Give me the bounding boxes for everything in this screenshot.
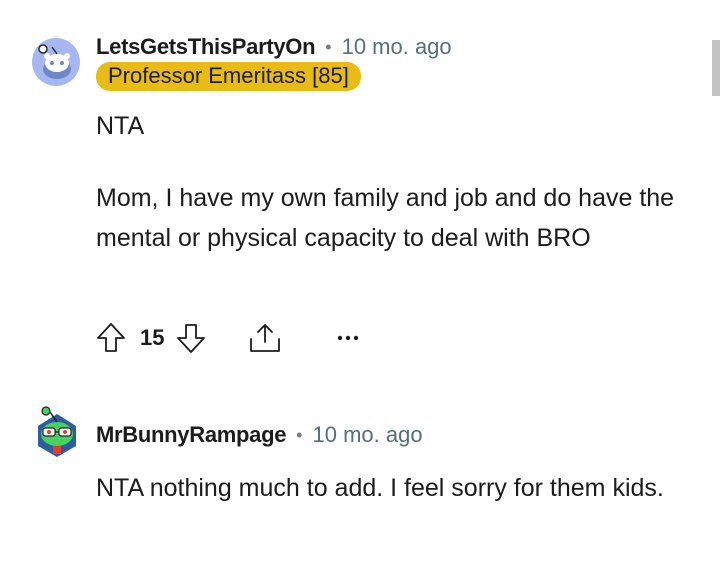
comment-paragraph: NTA nothing much to add. I feel sorry fo… (96, 474, 664, 502)
user-flair: Professor Emeritass [85] (96, 62, 361, 91)
comment-actions: 15 (96, 318, 360, 358)
separator-dot: • (325, 36, 332, 57)
downvote-arrow-icon[interactable] (176, 322, 206, 354)
user-avatar-icon[interactable] (34, 406, 82, 457)
scrollbar[interactable] (712, 40, 720, 96)
share-icon[interactable] (248, 322, 282, 354)
separator-dot: • (296, 424, 303, 445)
more-options-icon[interactable] (336, 334, 360, 342)
comment-header: MrBunnyRampage • 10 mo. ago (96, 420, 423, 450)
timestamp: 10 mo. ago (312, 422, 423, 447)
username[interactable]: LetsGetsThisPartyOn (96, 34, 316, 60)
comment-header: LetsGetsThisPartyOn • 10 mo. ago (96, 32, 452, 62)
vote-count: 15 (140, 325, 165, 350)
timestamp: 10 mo. ago (341, 34, 452, 59)
comment-paragraph: Mom, I have my own family and job and do… (96, 184, 675, 252)
comment-body: NTA nothing much to add. I feel sorry fo… (96, 468, 686, 508)
comment-body: NTA Mom, I have my own family and job an… (96, 106, 686, 258)
comment-paragraph: NTA (96, 112, 145, 140)
username[interactable]: MrBunnyRampage (96, 422, 286, 448)
user-avatar-icon[interactable] (32, 38, 80, 86)
upvote-arrow-icon[interactable] (96, 322, 126, 354)
